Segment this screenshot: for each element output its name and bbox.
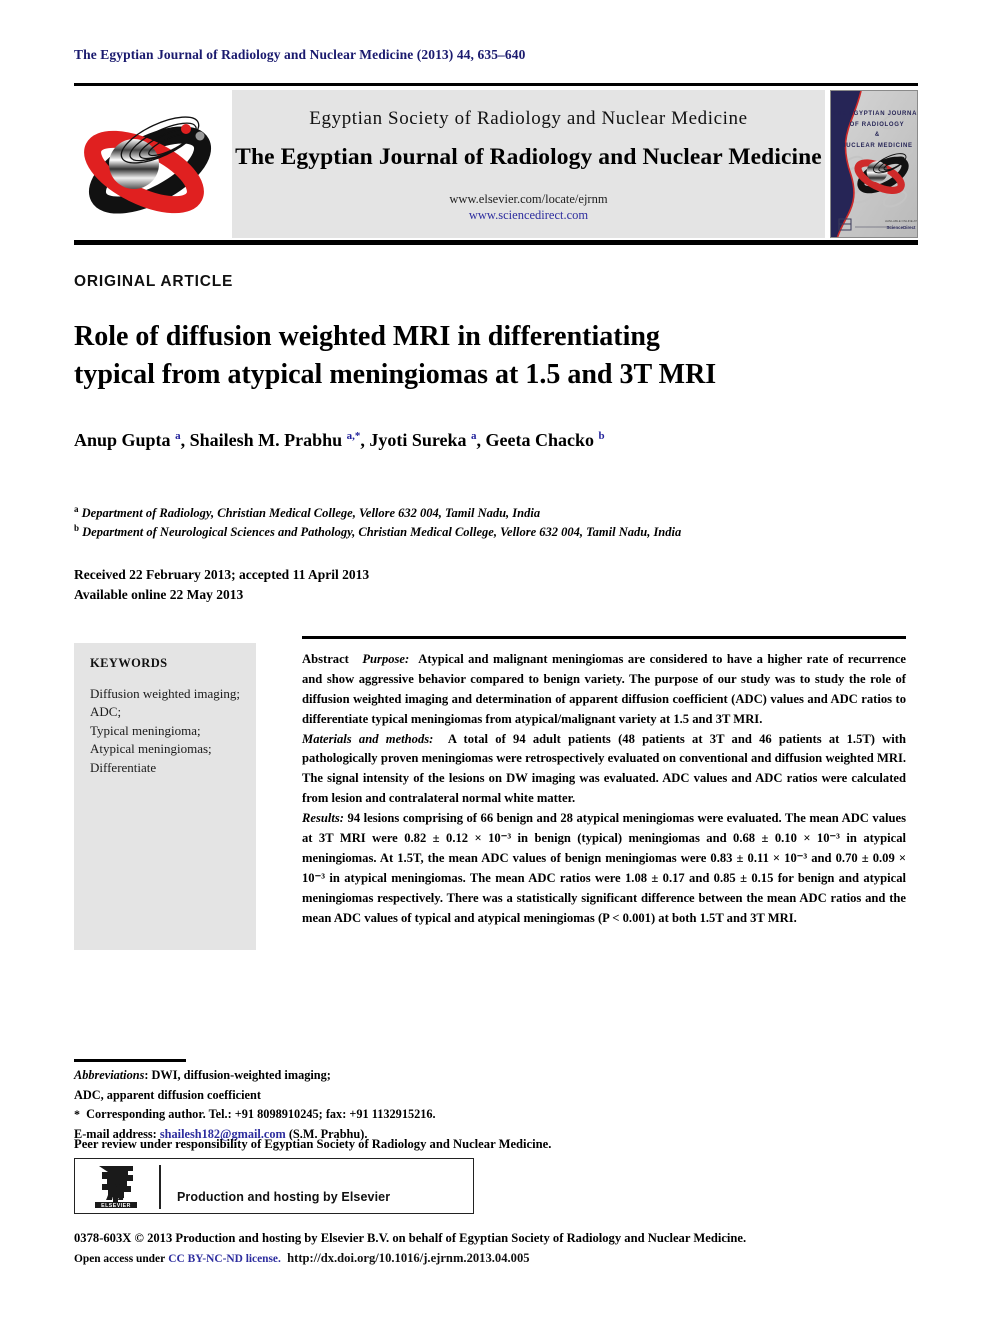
masthead-bottom-rule (74, 240, 918, 245)
title-line-2: typical from atypical meningiomas at 1.5… (74, 358, 717, 390)
abbreviations-line-1: Abbreviations: DWI, diffusion-weighted i… (74, 1068, 331, 1082)
journal-name: The Egyptian Journal of Radiology and Nu… (235, 144, 822, 170)
abstract-purpose: Abstract Purpose: Atypical and malignant… (302, 650, 906, 730)
journal-cover-art: THE EGYPTIAN JOURNAL OF RADIOLOGY & NUCL… (831, 91, 918, 237)
results-label: Results: (302, 811, 344, 826)
purpose-label: Purpose: (362, 652, 410, 666)
doi-link[interactable]: http://dx.doi.org/10.1016/j.ejrnm.2013.0… (287, 1251, 529, 1265)
masthead-urls: www.elsevier.com/locate/ejrnm www.scienc… (232, 192, 825, 223)
affiliation-a: a Department of Radiology, Christian Med… (74, 504, 541, 521)
sciencedirect-url[interactable]: www.sciencedirect.com (232, 208, 825, 224)
keywords-list: Diffusion weighted imaging; ADC; Typical… (90, 685, 250, 777)
copyright-line-1: 0378-603X © 2013 Production and hosting … (74, 1231, 747, 1245)
abstract-top-rule (302, 636, 906, 639)
journal-orbit-logo (74, 92, 226, 236)
available-online-date: Available online 22 May 2013 (74, 587, 244, 603)
elsevier-tree-logo-icon: ELSEVIER (95, 1166, 137, 1209)
elsevier-production-box: ELSEVIER Production and hosting by Elsev… (74, 1158, 474, 1214)
running-head: The Egyptian Journal of Radiology and Nu… (74, 47, 526, 62)
copyright-line-2: Open access under CC BY-NC-ND license. h… (74, 1248, 914, 1268)
footnote-rule (74, 1059, 186, 1062)
svg-text:OF RADIOLOGY: OF RADIOLOGY (850, 122, 905, 128)
svg-text:THE EGYPTIAN JOURNAL: THE EGYPTIAN JOURNAL (832, 111, 918, 117)
footnotes-block: Abbreviations: DWI, diffusion-weighted i… (74, 1066, 714, 1145)
svg-text:ScienceDirect: ScienceDirect (886, 225, 916, 230)
license-link[interactable]: CC BY-NC-ND license. (168, 1253, 281, 1265)
received-date: Received 22 February 2013; accepted 11 A… (74, 567, 370, 582)
author-list: Anup Gupta a, Shailesh M. Prabhu a,*, Jy… (74, 430, 605, 450)
abstract-body: Abstract Purpose: Atypical and malignant… (302, 650, 906, 928)
abstract-results: Results: 94 lesions comprising of 66 ben… (302, 809, 906, 928)
keyword-item: Diffusion weighted imaging; (90, 686, 240, 701)
open-access-prefix: Open access under (74, 1253, 166, 1266)
keywords-panel: KEYWORDS Diffusion weighted imaging; ADC… (74, 643, 256, 950)
document-page: The Egyptian Journal of Radiology and Nu… (0, 0, 992, 1323)
keyword-item: Atypical meningiomas; (90, 741, 212, 757)
journal-cover-thumbnail: THE EGYPTIAN JOURNAL OF RADIOLOGY & NUCL… (830, 90, 918, 238)
keyword-item: ADC; (90, 704, 122, 720)
svg-text:ELSEVIER: ELSEVIER (101, 1203, 131, 1209)
keywords-heading: KEYWORDS (90, 656, 168, 670)
title-line-1: Role of diffusion weighted MRI in differ… (74, 321, 660, 352)
elsevier-box-divider (159, 1165, 161, 1209)
journal-orbit-logo-icon (84, 116, 212, 214)
society-name: Egyptian Society of Radiology and Nuclea… (309, 108, 748, 129)
section-label: ORIGINAL ARTICLE (74, 273, 234, 290)
svg-text:&: & (875, 132, 880, 138)
masthead-top-rule (74, 83, 918, 86)
results-text: 94 lesions comprising of 66 benign and 2… (302, 811, 906, 925)
affiliation-b: b Department of Neurological Sciences an… (74, 523, 682, 540)
elsevier-locate-url[interactable]: www.elsevier.com/locate/ejrnm (232, 192, 825, 208)
abstract-label: Abstract (302, 652, 349, 666)
copyright-block: 0378-603X © 2013 Production and hosting … (74, 1228, 914, 1269)
asterisk-marker: * (74, 1107, 80, 1122)
elsevier-tree-logo: ELSEVIER (89, 1164, 143, 1210)
keyword-item: Differentiate (90, 759, 157, 775)
keyword-item: Typical meningioma; (90, 722, 201, 738)
methods-label: Materials and methods: (302, 731, 434, 746)
corresponding-author-note: * Corresponding author. Tel.: +91 809891… (74, 1107, 436, 1122)
abbreviations-line-2: ADC, apparent diffusion coefficient (74, 1087, 261, 1102)
svg-text:NUCLEAR MEDICINE: NUCLEAR MEDICINE (841, 143, 913, 149)
peer-review-note: Peer review under responsibility of Egyp… (74, 1137, 552, 1151)
journal-masthead: Egyptian Society of Radiology and Nuclea… (74, 90, 918, 238)
article-dates: Received 22 February 2013; accepted 11 A… (74, 565, 674, 606)
affiliations: a Department of Radiology, Christian Med… (74, 503, 904, 542)
abstract-methods: Materials and methods: A total of 94 adu… (302, 730, 906, 810)
masthead-center-panel: Egyptian Society of Radiology and Nuclea… (232, 90, 825, 238)
svg-text:AVAILABLE ONLINE AT: AVAILABLE ONLINE AT (885, 219, 917, 223)
elsevier-production-text: Production and hosting by Elsevier (177, 1190, 391, 1204)
page-title: Role of diffusion weighted MRI in differ… (74, 318, 874, 393)
